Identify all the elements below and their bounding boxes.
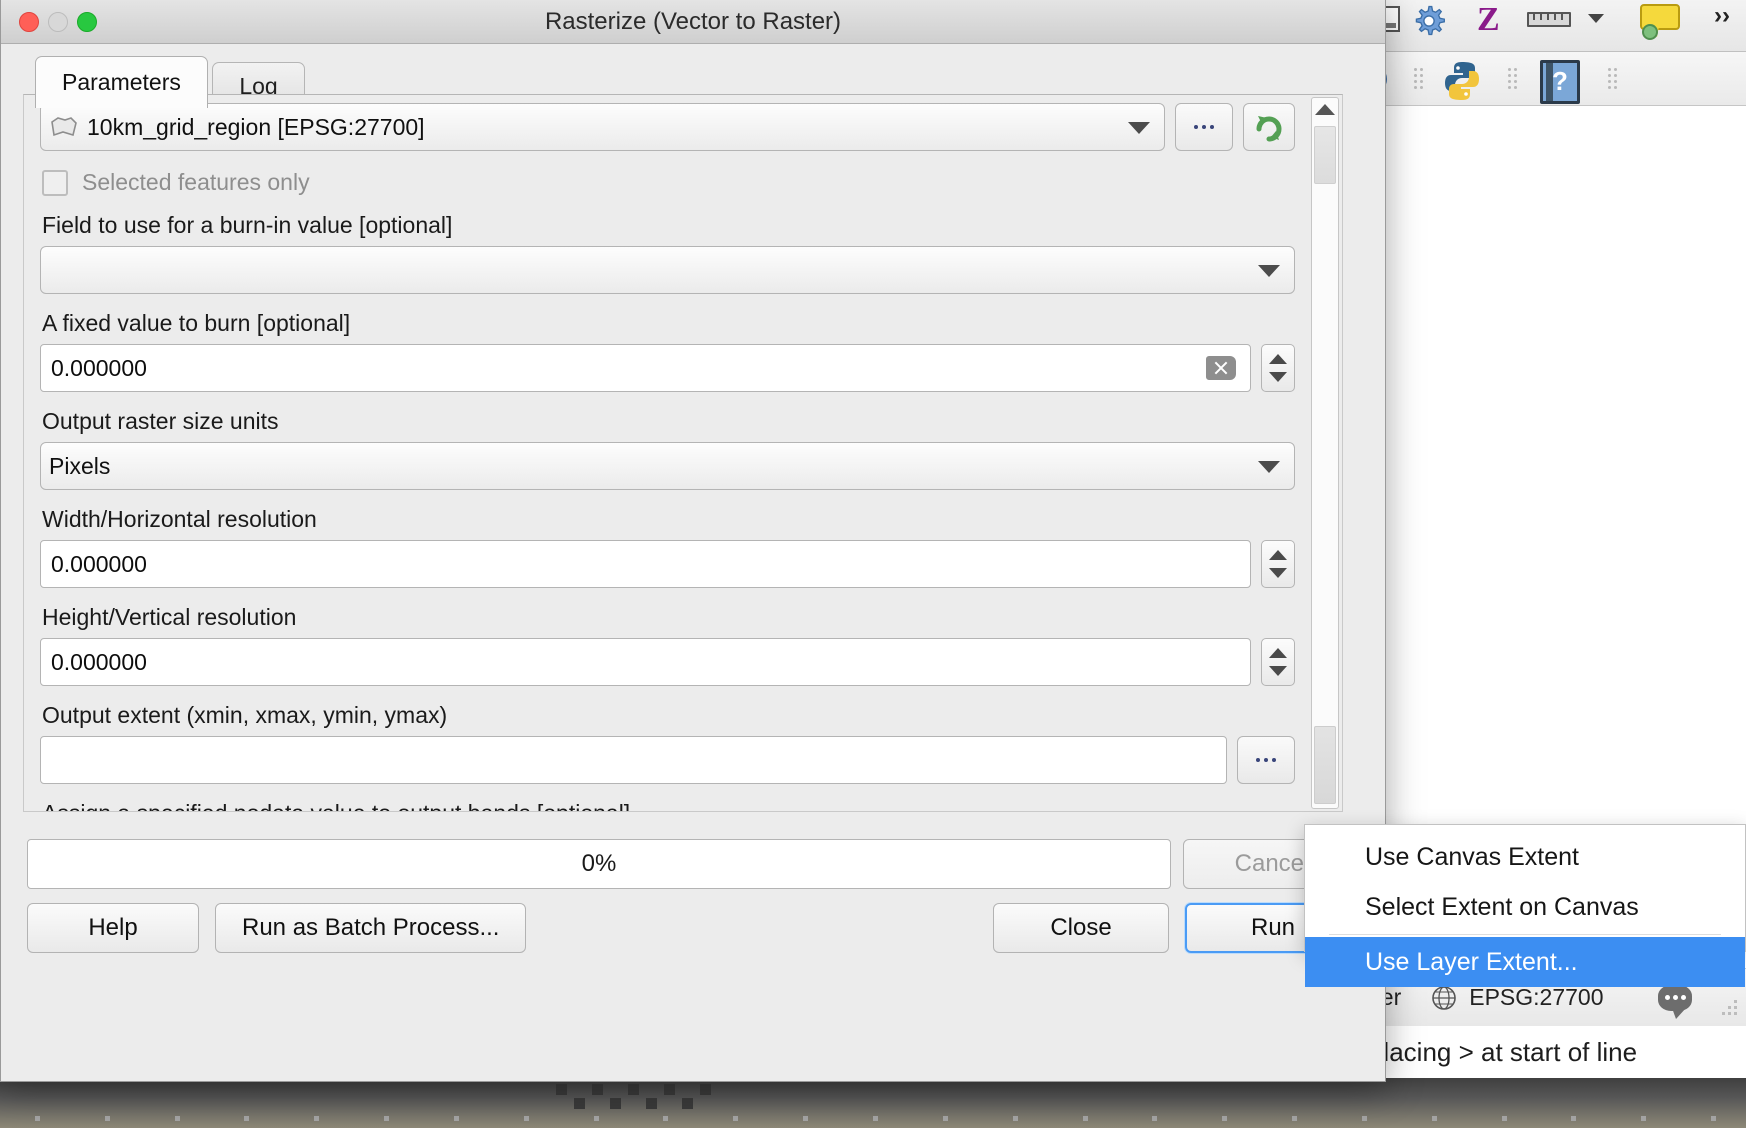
stepper-up-icon[interactable]: [1269, 648, 1287, 658]
message-bubble-icon[interactable]: [1657, 984, 1692, 1019]
dialog-resize-grip[interactable]: [655, 1089, 731, 1107]
menu-separator: [1329, 934, 1721, 935]
height-stepper[interactable]: [1261, 638, 1295, 686]
status-resize-grip[interactable]: [1716, 996, 1742, 1022]
dialog-title: Rasterize (Vector to Raster): [544, 7, 842, 35]
tab-bar: Parameters Log: [1, 44, 1385, 110]
toolbar-drag-handle-2[interactable]: [1508, 68, 1522, 98]
selected-features-only-checkbox: [42, 169, 68, 196]
scrollbar-thumb-lower[interactable]: [1314, 726, 1336, 804]
input-layer-combo[interactable]: 10km_grid_region [EPSG:27700]: [40, 103, 1165, 151]
size-units-value: Pixels: [49, 452, 111, 479]
chevron-down-icon[interactable]: [1258, 461, 1280, 473]
iterate-icon: [1256, 116, 1282, 142]
selected-features-only-row: Selected features only: [42, 169, 1295, 196]
output-extent-row: [40, 736, 1295, 784]
python-console-icon[interactable]: [1442, 60, 1482, 102]
dock-separator-dots: [0, 1116, 1746, 1122]
dialog-title-bar[interactable]: Rasterize (Vector to Raster): [1, 0, 1385, 44]
stepper-down-icon[interactable]: [1269, 568, 1287, 578]
fixed-value-text: 0.000000: [51, 354, 147, 381]
height-value: 0.000000: [51, 648, 147, 675]
extent-context-menu: Use Canvas Extent Select Extent on Canva…: [1304, 824, 1746, 987]
scroll-up-icon[interactable]: [1315, 104, 1335, 115]
ruler-icon[interactable]: [1527, 12, 1571, 27]
crs-label[interactable]: EPSG:27700: [1469, 984, 1603, 1011]
input-layer-value: 10km_grid_region [EPSG:27700]: [87, 113, 425, 140]
rasterize-dialog: Rasterize (Vector to Raster) Parameters …: [0, 0, 1386, 1082]
parameters-scroll-content: 10km_grid_region [EPSG:27700] Selected f…: [24, 95, 1309, 811]
chevron-down-icon[interactable]: [1588, 14, 1604, 23]
burn-field-label: Field to use for a burn-in value [option…: [42, 212, 453, 238]
iterate-over-features-button[interactable]: [1243, 103, 1295, 151]
width-row: 0.000000: [40, 540, 1295, 588]
width-label: Width/Horizontal resolution: [42, 506, 317, 532]
fixed-value-row: 0.000000: [40, 344, 1295, 392]
fixed-value-stepper[interactable]: [1261, 344, 1295, 392]
chevron-down-icon[interactable]: [1258, 265, 1280, 277]
clear-icon[interactable]: [1206, 356, 1236, 380]
zed-icon[interactable]: Z: [1477, 3, 1500, 37]
dialog-action-bar: Help Run as Batch Process... Close Run: [27, 900, 1361, 956]
run-as-batch-button[interactable]: Run as Batch Process...: [215, 903, 527, 953]
input-layer-row: 10km_grid_region [EPSG:27700]: [40, 103, 1295, 151]
scrollbar-thumb-upper[interactable]: [1314, 126, 1336, 184]
help-book-icon[interactable]: ?: [1540, 60, 1580, 104]
overflow-arrows-icon[interactable]: ››: [1714, 2, 1730, 30]
fixed-value-input[interactable]: 0.000000: [40, 344, 1251, 392]
polygon-layer-icon: [51, 117, 77, 137]
burn-field-combo[interactable]: [40, 246, 1295, 294]
tab-parameters[interactable]: Parameters: [35, 56, 208, 108]
width-stepper[interactable]: [1261, 540, 1295, 588]
input-layer-browse-button[interactable]: [1175, 103, 1233, 151]
close-button[interactable]: Close: [993, 903, 1169, 953]
progress-bar: 0%: [27, 839, 1171, 889]
tip-bubble-icon[interactable]: [1640, 4, 1680, 40]
parameters-vertical-scrollbar[interactable]: [1311, 97, 1339, 809]
close-window-button[interactable]: [19, 12, 39, 32]
gear-icon[interactable]: [1412, 4, 1446, 38]
stepper-up-icon[interactable]: [1269, 550, 1287, 560]
height-label: Height/Vertical resolution: [42, 604, 297, 630]
stepper-up-icon[interactable]: [1269, 354, 1287, 364]
window-controls: [19, 12, 97, 32]
height-row: 0.000000: [40, 638, 1295, 686]
menu-item-use-canvas-extent[interactable]: Use Canvas Extent: [1305, 832, 1745, 882]
zoom-window-button[interactable]: [77, 12, 97, 32]
stepper-down-icon[interactable]: [1269, 666, 1287, 676]
menu-item-select-extent-on-canvas[interactable]: Select Extent on Canvas: [1305, 882, 1745, 932]
crs-globe-icon[interactable]: [1431, 985, 1457, 1011]
output-extent-label: Output extent (xmin, xmax, ymin, ymax): [42, 702, 448, 728]
parameters-panel: 10km_grid_region [EPSG:27700] Selected f…: [23, 94, 1343, 812]
selected-features-only-label: Selected features only: [82, 169, 310, 195]
ellipsis-icon: [1194, 125, 1214, 129]
height-input[interactable]: 0.000000: [40, 638, 1251, 686]
progress-text: 0%: [581, 850, 617, 877]
stepper-down-icon[interactable]: [1269, 372, 1287, 382]
width-value: 0.000000: [51, 550, 147, 577]
fixed-value-label: A fixed value to burn [optional]: [42, 310, 351, 336]
minimize-window-button[interactable]: [48, 12, 68, 32]
width-input[interactable]: 0.000000: [40, 540, 1251, 588]
help-button[interactable]: Help: [27, 903, 199, 953]
macos-dock: [0, 1078, 1746, 1128]
size-units-label: Output raster size units: [42, 408, 279, 434]
progress-row: 0% Cancel: [27, 838, 1361, 890]
toolbar-drag-handle-3[interactable]: [1608, 68, 1622, 98]
menu-item-use-layer-extent[interactable]: Use Layer Extent...: [1305, 937, 1745, 987]
chevron-down-icon[interactable]: [1128, 122, 1150, 134]
output-extent-browse-button[interactable]: [1237, 736, 1295, 784]
ellipsis-icon: [1256, 758, 1276, 762]
output-extent-input[interactable]: [40, 736, 1227, 784]
size-units-combo[interactable]: Pixels: [40, 442, 1295, 490]
nodata-label: Assign a specified nodata value to outpu…: [42, 800, 1295, 811]
toolbar-drag-handle[interactable]: [1414, 68, 1428, 98]
